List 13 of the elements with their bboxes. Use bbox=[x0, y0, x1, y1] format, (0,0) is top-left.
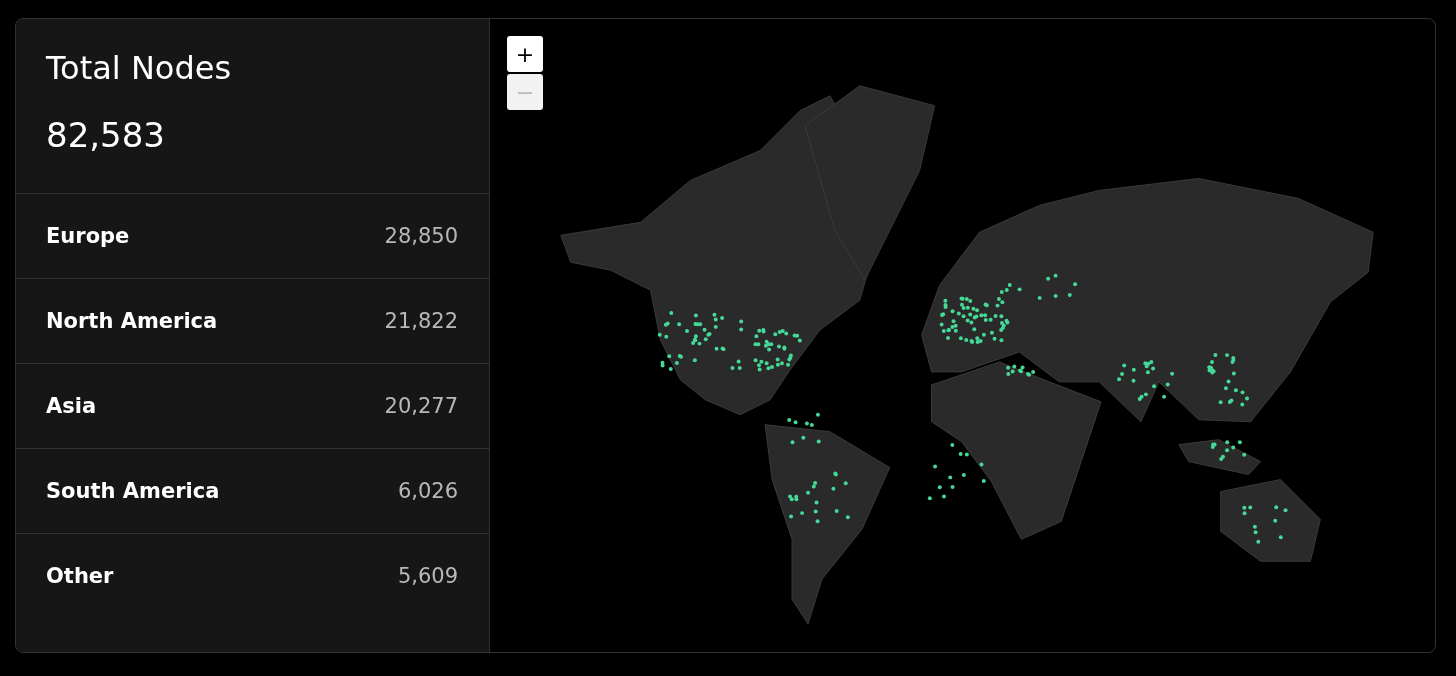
total-count: 82,583 bbox=[46, 115, 166, 155]
zoom-button[interactable]: + bbox=[507, 36, 543, 72]
region-name: South America bbox=[46, 479, 220, 503]
panel-title: Total Nodes bbox=[46, 49, 233, 87]
region-count: 5,609 bbox=[397, 564, 458, 588]
region-name: Asia bbox=[46, 394, 97, 418]
region-count: 6,026 bbox=[397, 479, 458, 503]
region-name: Other bbox=[46, 564, 114, 588]
region-count: 28,850 bbox=[384, 224, 458, 248]
region-name: North America bbox=[46, 309, 218, 333]
region-count: 21,822 bbox=[384, 309, 458, 333]
region-name: Europe bbox=[46, 224, 130, 248]
region-count: 20,277 bbox=[384, 394, 458, 418]
